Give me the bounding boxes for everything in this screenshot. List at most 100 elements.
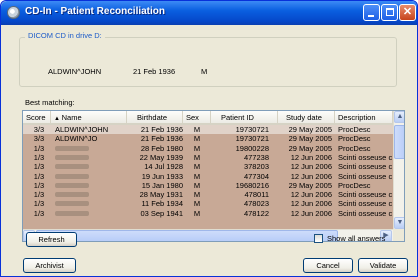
- archivist-button[interactable]: Archivist: [23, 258, 76, 273]
- cell-sex: M: [193, 199, 201, 209]
- redacted-name: [55, 210, 89, 216]
- cell-score: 1/3: [33, 208, 45, 218]
- horizontal-scroll-thumb[interactable]: [36, 230, 338, 241]
- cell-patient-id: 478023: [243, 199, 269, 209]
- cell-description: ProcDesc: [338, 180, 371, 190]
- maximize-icon: [386, 8, 394, 16]
- column-header-name[interactable]: ▲ Name: [51, 111, 127, 125]
- cell-patient-id: 478011: [244, 190, 269, 200]
- cell-sex: M: [193, 171, 201, 181]
- cell-description: Scinti osseuse c: [338, 162, 393, 172]
- list-header: Score ▲ Name Birthdate Sex Patient ID St…: [23, 111, 393, 125]
- scroll-up-icon[interactable]: ▲: [394, 111, 404, 123]
- cell-study-date: 29 May 2005: [288, 180, 332, 190]
- table-row[interactable]: 1/3 14 Jul 1928 M 378203 12 Jun 2006 Scinti o…: [23, 162, 393, 171]
- cell-name: [55, 209, 127, 218]
- dicom-cd-caption: DICOM CD in drive D:: [25, 31, 105, 40]
- table-row[interactable]: 1/3 22 May 1939 M 477238 12 Jun 2006 Scinti o…: [23, 153, 393, 162]
- cell-sex: M: [193, 134, 201, 144]
- cell-sex: M: [193, 180, 201, 190]
- minimize-icon: [368, 15, 374, 17]
- cell-patient-id: 477304: [243, 171, 269, 181]
- cell-description: ProcDesc: [338, 134, 371, 144]
- cell-score: 3/3: [33, 134, 45, 144]
- cell-score: 3/3: [33, 125, 45, 134]
- table-row[interactable]: 1/3 19 Jun 1933 M 477304 12 Jun 2006 Scinti o…: [23, 172, 393, 181]
- scrollbar-corner: [393, 229, 404, 241]
- table-row[interactable]: 3/3 ALDWIN^JOHN 21 Feb 1936 M 19730721 29 May…: [23, 125, 393, 135]
- cd-patient-name: ALDWIN^JOHN: [48, 67, 102, 76]
- cell-name: ALDWIN^JOHN: [55, 125, 109, 134]
- cell-name: [55, 162, 127, 171]
- dicom-cd-group: [19, 37, 397, 87]
- cell-name: [55, 181, 127, 190]
- column-header-score[interactable]: Score: [23, 111, 51, 125]
- cell-birthdate: 28 May 1931: [139, 190, 183, 200]
- redacted-name: [55, 164, 89, 170]
- redacted-name: [55, 154, 89, 160]
- title-bar[interactable]: CD-In - Patient Reconciliation ✕: [1, 1, 417, 25]
- cell-description: Scinti osseuse c: [338, 199, 393, 209]
- maximize-button[interactable]: [381, 4, 398, 21]
- table-row[interactable]: 3/3 ALDWIN^JO 21 Feb 1936 M 19730721 29 May 2…: [23, 134, 393, 143]
- cell-birthdate: 14 Jul 1928: [144, 162, 183, 172]
- best-matching-label: Best matching:: [25, 98, 75, 107]
- column-header-birthdate[interactable]: Birthdate: [127, 111, 183, 125]
- cell-patient-id: 477238: [243, 152, 269, 162]
- vertical-scroll-thumb[interactable]: [394, 125, 404, 159]
- column-header-study-date[interactable]: Study date: [278, 111, 335, 125]
- table-row[interactable]: 1/3 03 Sep 1941 M 478122 12 Jun 2006 Scinti o…: [23, 209, 393, 218]
- close-button[interactable]: ✕: [399, 4, 416, 21]
- cancel-button[interactable]: Cancel: [303, 258, 353, 273]
- cell-sex: M: [193, 190, 201, 200]
- cell-birthdate: 21 Feb 1936: [140, 134, 183, 144]
- cell-sex: M: [193, 208, 201, 218]
- cell-study-date: 12 Jun 2006: [290, 162, 332, 172]
- cell-name: [55, 144, 127, 153]
- cell-study-date: 12 Jun 2006: [290, 152, 332, 162]
- cell-patient-id: 19800228: [235, 143, 269, 153]
- cell-name: [55, 199, 127, 208]
- cell-name: [55, 153, 127, 162]
- refresh-button[interactable]: Refresh: [26, 232, 77, 247]
- column-header-patient-id[interactable]: Patient ID: [211, 111, 278, 125]
- cell-score: 1/3: [33, 143, 45, 153]
- cell-birthdate: 21 Feb 1936: [140, 125, 183, 134]
- table-row[interactable]: 1/3 28 May 1931 M 478011 12 Jun 2006 Scinti o…: [23, 190, 393, 199]
- cd-patient-birthdate: 21 Feb 1936: [133, 67, 176, 76]
- cell-birthdate: 19 Jun 1933: [141, 171, 183, 181]
- cell-score: 1/3: [33, 190, 45, 200]
- cell-study-date: 29 May 2005: [288, 125, 332, 134]
- cd-patient-sex: M: [201, 67, 208, 76]
- matching-patients-list[interactable]: Score ▲ Name Birthdate Sex Patient ID St…: [22, 110, 405, 242]
- cell-patient-id: 478122: [243, 208, 269, 218]
- scroll-down-icon[interactable]: ▼: [394, 217, 404, 229]
- minimize-button[interactable]: [363, 4, 380, 21]
- cell-study-date: 29 May 2005: [288, 143, 332, 153]
- redacted-name: [55, 182, 89, 188]
- cell-patient-id: 378203: [243, 162, 269, 172]
- cell-study-date: 12 Jun 2006: [290, 190, 332, 200]
- list-rows: 3/3 ALDWIN^JOHN 21 Feb 1936 M 19730721 29 May…: [23, 125, 393, 229]
- window-title: CD-In - Patient Reconciliation: [25, 6, 166, 17]
- column-header-name-label: Name: [61, 113, 82, 122]
- cell-description: Scinti osseuse c: [338, 171, 393, 181]
- cell-patient-id: 19680216: [235, 180, 269, 190]
- column-header-sex[interactable]: Sex: [183, 111, 211, 125]
- redacted-name: [55, 173, 89, 179]
- validate-button[interactable]: Validate: [358, 258, 408, 273]
- cell-description: ProcDesc: [338, 125, 371, 134]
- cell-patient-id: 19730721: [235, 125, 269, 134]
- show-all-answers-checkbox[interactable]: [314, 234, 323, 243]
- column-header-description[interactable]: Description: [335, 111, 393, 125]
- table-row[interactable]: 1/3 15 Jan 1980 M 19680216 29 May 2005 ProcDe…: [23, 181, 393, 190]
- cell-study-date: 12 Jun 2006: [290, 171, 332, 181]
- cell-birthdate: 15 Jan 1980: [141, 180, 183, 190]
- close-icon: ✕: [402, 6, 413, 18]
- table-row[interactable]: 1/3 28 Feb 1980 M 19800228 29 May 2005 ProcDe…: [23, 144, 393, 153]
- cell-description: ProcDesc: [338, 143, 371, 153]
- cell-study-date: 12 Jun 2006: [290, 199, 332, 209]
- vertical-scrollbar[interactable]: ▲ ▼: [393, 111, 404, 229]
- table-row[interactable]: 1/3 11 Feb 1934 M 478023 12 Jun 2006 Scinti o…: [23, 199, 393, 208]
- cell-birthdate: 22 May 1939: [139, 152, 183, 162]
